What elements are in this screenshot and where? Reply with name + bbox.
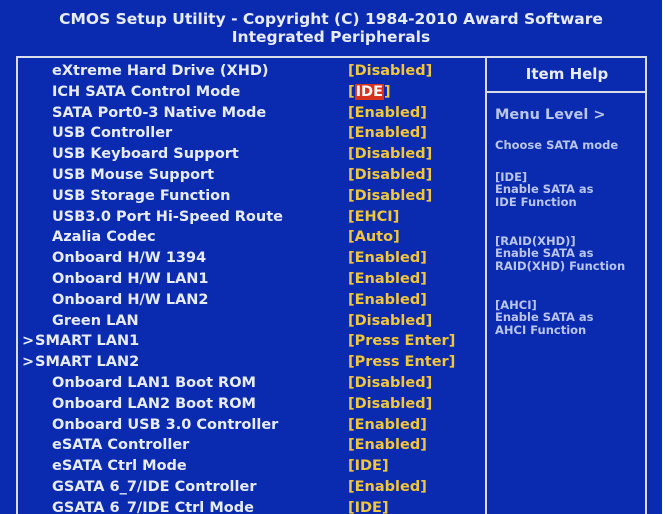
setting-label: eSATA Controller [52,437,190,454]
setting-value[interactable]: [Disabled] [348,311,432,332]
setting-value[interactable]: [Enabled] [348,269,427,290]
setting-value[interactable]: [Disabled] [348,144,432,165]
setting-label: Azalia Codec [52,229,156,246]
setting-label: SMART LAN2 [35,354,140,371]
setting-value[interactable]: [Enabled] [348,477,427,498]
setting-value[interactable]: [IDE] [348,498,389,514]
setting-label: eSATA Ctrl Mode [52,458,187,475]
setting-label: ICH SATA Control Mode [52,83,241,100]
selected-value-highlight[interactable]: IDE [354,83,384,100]
setting-label: Onboard LAN1 Boot ROM [52,375,256,391]
setting-label: Green LAN [52,312,139,329]
setting-value[interactable]: [Enabled] [348,248,427,269]
menu-level-indicator: Menu Level > [495,107,606,123]
help-option-text: AHCI Function [495,323,587,337]
setting-label: USB Controller [52,125,173,142]
setting-value[interactable]: [Enabled] [348,123,427,144]
setting-label: Onboard H/W 1394 [52,250,207,267]
setting-label: USB3.0 Port Hi-Speed Route [52,208,283,225]
setting-value[interactable]: [IDE] [348,456,389,477]
help-option-text: RAID(XHD) Function [495,259,626,273]
main-frame: eXtreme Hard Drive (XHD) [Disabled] ICH SA… [16,56,647,514]
help-title-divider [487,91,647,93]
setting-label: USB Mouse Support [52,167,215,183]
panel-divider [485,56,487,514]
value-bracket: [ [348,83,355,100]
header: CMOS Setup Utility - Copyright (C) 1984-… [0,0,662,56]
bios-setup-screen: CMOS Setup Utility - Copyright (C) 1984-… [0,0,662,514]
setting-label: Onboard USB 3.0 Controller [52,416,279,433]
setting-value[interactable]: [Disabled] [348,61,432,82]
setting-label: GSATA 6_7/IDE Controller [52,479,257,495]
help-description: Choose SATA mode [495,138,619,152]
utility-title: CMOS Setup Utility - Copyright (C) 1984-… [59,10,603,28]
setting-label: eXtreme Hard Drive (XHD) [52,63,269,79]
setting-value[interactable]: [IDE] [348,82,391,103]
setting-value[interactable]: [Enabled] [348,290,427,311]
setting-value[interactable]: [Disabled] [348,394,432,415]
setting-value[interactable]: [EHCI] [348,207,399,228]
page-title: Integrated Peripherals [231,28,431,46]
help-option-text: IDE Function [495,195,577,209]
setting-label: USB Keyboard Support [52,146,239,163]
value-bracket: ] [383,83,391,100]
setting-label: Onboard H/W LAN2 [52,291,209,308]
setting-value[interactable]: [Auto] [348,227,400,248]
setting-label: SATA Port0-3 Native Mode [52,104,267,121]
setting-value[interactable]: [Disabled] [348,373,432,394]
setting-value[interactable]: [Disabled] [348,186,432,207]
setting-value[interactable]: [Enabled] [348,435,427,456]
setting-value[interactable]: [Press Enter] [348,331,455,352]
setting-value[interactable]: [Disabled] [348,165,432,186]
setting-label: USB Storage Function [52,187,231,204]
setting-label: GSATA 6_7/IDE Ctrl Mode [52,499,254,514]
setting-label: SMART LAN1 [35,333,140,350]
setting-value[interactable]: [Press Enter] [348,352,455,373]
screen: CMOS Setup Utility - Copyright (C) 1984-… [0,0,665,514]
setting-value[interactable]: [Enabled] [348,103,427,124]
submenu-arrow-icon: > [22,333,35,350]
submenu-arrow-icon: > [22,354,35,371]
item-help-title: Item Help [525,65,609,83]
setting-label: Onboard LAN2 Boot ROM [52,395,256,412]
setting-value[interactable]: [Enabled] [348,415,427,436]
setting-label: Onboard H/W LAN1 [52,271,209,287]
